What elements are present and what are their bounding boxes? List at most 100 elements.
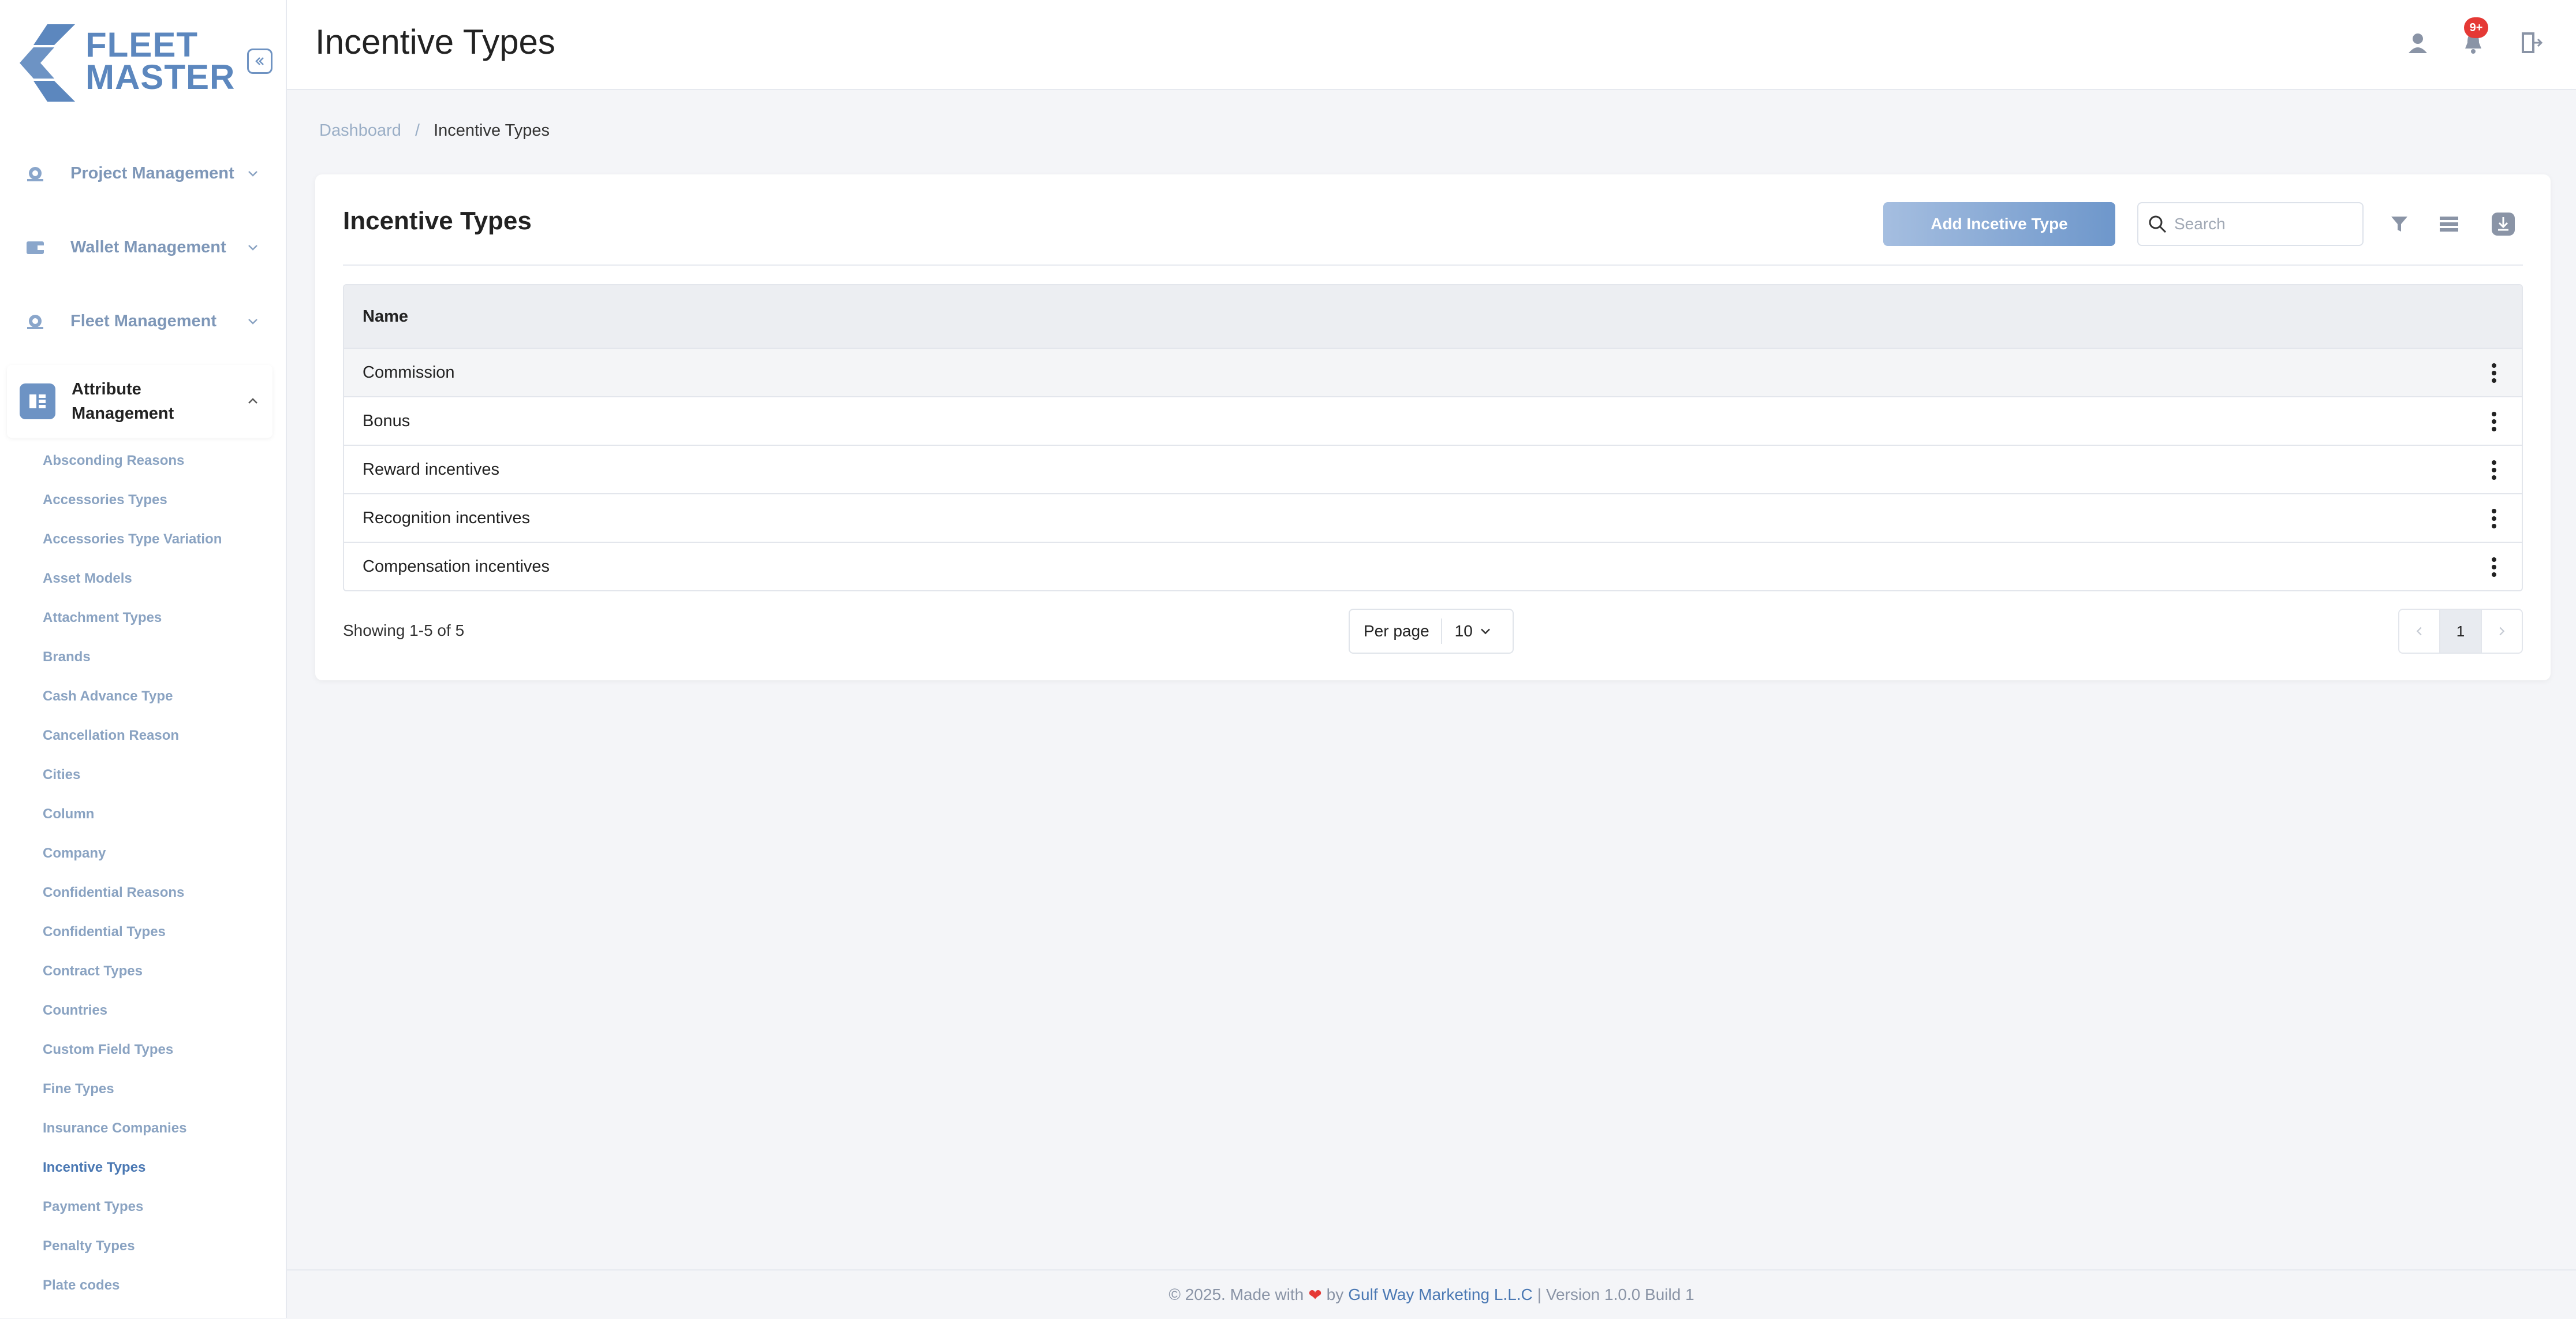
more-vertical-icon xyxy=(2492,509,2496,528)
breadcrumb-dashboard-link[interactable]: Dashboard xyxy=(319,121,401,140)
wallet-icon xyxy=(21,233,50,262)
chevron-left-icon xyxy=(2416,627,2422,636)
collapse-sidebar-button[interactable] xyxy=(247,49,272,74)
search-input[interactable] xyxy=(2173,214,2349,234)
row-actions-button[interactable] xyxy=(2481,505,2507,532)
sidebar-item-accessories-type-variation[interactable]: Accessories Type Variation xyxy=(43,520,274,559)
sidebar-item-payment-types[interactable]: Payment Types xyxy=(43,1187,274,1227)
table-cell-name: Bonus xyxy=(363,411,410,430)
previous-page-button[interactable] xyxy=(2399,610,2439,653)
logo-line-1: FLEET xyxy=(85,25,198,64)
nav-group-fleet-management[interactable]: Fleet Management xyxy=(7,291,272,351)
next-page-button[interactable] xyxy=(2482,610,2522,653)
table-row[interactable]: Recognition incentives xyxy=(344,493,2522,542)
incentive-types-table: Name Commission Bonus Reward incentives … xyxy=(343,284,2523,591)
more-vertical-icon xyxy=(2492,363,2496,383)
nav-group-label-line-2: Management xyxy=(72,404,174,423)
more-vertical-icon xyxy=(2492,412,2496,431)
logo-line-2: MASTER xyxy=(85,58,236,96)
table-row[interactable]: Commission xyxy=(344,348,2522,396)
sidebar-item-custom-field-types[interactable]: Custom Field Types xyxy=(43,1030,274,1070)
nav-group-wallet-management[interactable]: Wallet Management xyxy=(7,217,272,277)
columns-button[interactable] xyxy=(2434,209,2464,239)
breadcrumb: Dashboard / Incentive Types xyxy=(319,121,550,140)
column-header-name[interactable]: Name xyxy=(363,307,408,326)
showing-count: Showing 1-5 of 5 xyxy=(343,621,465,639)
sidebar-item-brands[interactable]: Brands xyxy=(43,638,274,677)
sidebar-item-cash-advance-type[interactable]: Cash Advance Type xyxy=(43,677,274,716)
fleet-icon xyxy=(21,307,50,336)
footer-by: by xyxy=(1326,1286,1344,1303)
table-row[interactable]: Bonus xyxy=(344,396,2522,445)
table-row[interactable]: Reward incentives xyxy=(344,445,2522,493)
sidebar-item-incentive-types[interactable]: Incentive Types xyxy=(43,1148,274,1187)
table-header: Name xyxy=(344,285,2522,348)
per-page-label: Per page xyxy=(1364,622,1429,640)
chevrons-left-icon xyxy=(255,57,264,65)
chevron-up-icon xyxy=(241,390,264,413)
search-box xyxy=(2137,202,2364,246)
sidebar-item-fine-types[interactable]: Fine Types xyxy=(43,1070,274,1109)
nav-group-label: Wallet Management xyxy=(70,237,226,256)
card-title: Incentive Types xyxy=(343,207,532,235)
sidebar-item-plate-codes[interactable]: Plate codes xyxy=(43,1266,274,1305)
sidebar-item-company[interactable]: Company xyxy=(43,834,274,873)
sidebar-item-insurance-companies[interactable]: Insurance Companies xyxy=(43,1109,274,1148)
chevron-down-icon xyxy=(241,236,264,259)
sidebar-item-accessories-types[interactable]: Accessories Types xyxy=(43,480,274,520)
heart-icon: ❤ xyxy=(1308,1286,1322,1304)
page-number-button[interactable]: 1 xyxy=(2439,610,2482,653)
table-cell-name: Reward incentives xyxy=(363,460,499,479)
more-vertical-icon xyxy=(2492,460,2496,480)
incentive-types-card: Incentive Types Add Incetive Type Name C… xyxy=(315,174,2551,680)
project-icon xyxy=(21,159,50,188)
filter-button[interactable] xyxy=(2384,209,2414,239)
table-cell-name: Compensation incentives xyxy=(363,557,550,576)
sidebar-item-confidential-types[interactable]: Confidential Types xyxy=(43,912,274,952)
per-page-select[interactable]: Per page 10 xyxy=(1349,609,1514,654)
logo[interactable]: FLEET MASTER xyxy=(20,24,234,104)
footer-company-link[interactable]: Gulf Way Marketing L.L.C xyxy=(1348,1286,1533,1304)
list-icon xyxy=(2440,217,2458,232)
chevron-down-icon xyxy=(241,310,264,333)
add-incentive-type-button[interactable]: Add Incetive Type xyxy=(1883,202,2115,246)
attribute-icon xyxy=(20,383,55,419)
sidebar-item-contract-types[interactable]: Contract Types xyxy=(43,952,274,991)
sidebar-item-asset-models[interactable]: Asset Models xyxy=(43,559,274,598)
sidebar-item-penalty-types[interactable]: Penalty Types xyxy=(43,1227,274,1266)
row-actions-button[interactable] xyxy=(2481,553,2507,581)
page-title: Incentive Types xyxy=(315,23,555,61)
user-profile-button[interactable] xyxy=(2400,25,2435,60)
chevron-down-icon xyxy=(241,162,264,185)
filter-icon xyxy=(2391,217,2407,232)
download-button[interactable] xyxy=(2488,209,2518,239)
sidebar-item-cities[interactable]: Cities xyxy=(43,755,274,795)
sidebar-item-column[interactable]: Column xyxy=(43,795,274,834)
logout-button[interactable] xyxy=(2514,25,2548,60)
per-page-value[interactable]: 10 xyxy=(1442,622,1494,640)
nav-group-label-line-1: Attribute xyxy=(72,380,141,398)
card-divider xyxy=(343,264,2523,266)
nav-group-attribute-management[interactable]: Attribute Management xyxy=(7,365,272,438)
sidebar-item-absconding-reasons[interactable]: Absconding Reasons xyxy=(43,441,274,480)
notification-badge: 9+ xyxy=(2464,17,2488,38)
more-vertical-icon xyxy=(2492,557,2496,577)
footer-copyright: © 2025. Made with xyxy=(1168,1286,1304,1303)
row-actions-button[interactable] xyxy=(2481,408,2507,435)
logo-wordmark: FLEET MASTER xyxy=(85,25,236,96)
nav-group-project-management[interactable]: Project Management xyxy=(7,143,272,203)
breadcrumb-separator: / xyxy=(415,121,420,140)
sidebar-item-confidential-reasons[interactable]: Confidential Reasons xyxy=(43,873,274,912)
sidebar: FLEET MASTER Project Management Wallet M… xyxy=(0,0,287,1318)
footer: © 2025. Made with ❤ by Gulf Way Marketin… xyxy=(287,1269,2576,1319)
row-actions-button[interactable] xyxy=(2481,456,2507,484)
footer-version: | Version 1.0.0 Build 1 xyxy=(1537,1286,1694,1303)
nav-group-label: Attribute Management xyxy=(72,377,241,426)
sidebar-item-countries[interactable]: Countries xyxy=(43,991,274,1030)
sidebar-item-attachment-types[interactable]: Attachment Types xyxy=(43,598,274,638)
table-row[interactable]: Compensation incentives xyxy=(344,542,2522,590)
sidebar-item-cancellation-reason[interactable]: Cancellation Reason xyxy=(43,716,274,755)
pagination: 1 xyxy=(2398,609,2523,654)
row-actions-button[interactable] xyxy=(2481,359,2507,387)
per-page-value-text: 10 xyxy=(1454,622,1473,640)
